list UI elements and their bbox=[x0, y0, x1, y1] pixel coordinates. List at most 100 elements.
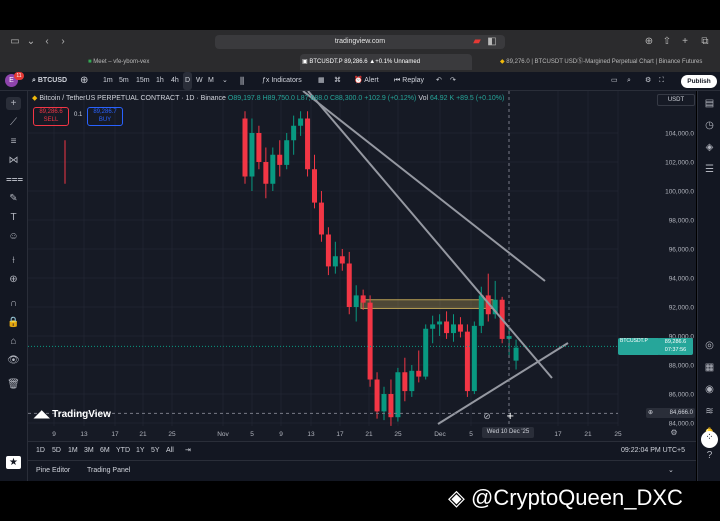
sell-button[interactable]: 89,286.6 SELL bbox=[33, 107, 69, 126]
search-icon[interactable]: ⌕ bbox=[627, 72, 631, 90]
alert-button[interactable]: ⏰ Alert bbox=[354, 72, 379, 90]
tab-trading-panel[interactable]: Trading Panel bbox=[87, 461, 130, 481]
ruler-icon[interactable]: ⟊ bbox=[6, 254, 21, 267]
buy-button[interactable]: 89,286.7 BUY bbox=[87, 107, 123, 126]
text-icon[interactable]: T bbox=[6, 211, 21, 224]
eye-icon[interactable]: 👁 bbox=[6, 354, 21, 367]
new-tab-icon[interactable]: + bbox=[678, 35, 692, 49]
range-6m[interactable]: 6M bbox=[100, 442, 110, 460]
tab-meet[interactable]: ■ Meet – vfe-ybom-vex bbox=[88, 54, 288, 70]
interval-5m[interactable]: 5m bbox=[119, 72, 129, 90]
candlestick-chart[interactable]: 104,000.0 102,000.0 100,000.0 98,000.0 96,00… bbox=[28, 91, 696, 441]
trend-line-icon[interactable]: ⟋ bbox=[6, 116, 21, 129]
crosshair-price: 84,666.0 bbox=[669, 410, 693, 416]
brush-icon[interactable]: ✎ bbox=[6, 192, 21, 205]
favorite-icon[interactable]: ★ bbox=[6, 456, 21, 469]
range-1m[interactable]: 1M bbox=[68, 442, 78, 460]
tab-overview-icon[interactable]: ⧉ bbox=[698, 35, 712, 49]
horizontal-lines-icon[interactable]: ≡ bbox=[6, 135, 21, 148]
time-tick-label: 5 bbox=[250, 431, 254, 438]
share-icon[interactable]: ⇧ bbox=[660, 35, 674, 49]
goto-date-icon[interactable]: ⇥ bbox=[185, 442, 191, 460]
candle-body bbox=[360, 295, 366, 303]
interval-m[interactable]: M bbox=[208, 72, 214, 90]
download-icon[interactable]: ⊕ bbox=[642, 35, 656, 49]
forward-icon[interactable]: › bbox=[56, 35, 70, 49]
watchlist-icon[interactable]: ▤ bbox=[702, 97, 717, 110]
chat-icon[interactable]: ☰ bbox=[702, 163, 717, 176]
chevron-down-icon[interactable]: ⌄ bbox=[222, 72, 228, 90]
undo-icon[interactable]: ↶ bbox=[436, 72, 442, 90]
fib-icon[interactable]: ⩶ bbox=[6, 173, 23, 186]
range-all[interactable]: All bbox=[166, 442, 174, 460]
crosshair-price-tag: ⊕ 84,666.0 bbox=[646, 408, 695, 418]
fullscreen-icon[interactable]: ⛶ bbox=[659, 72, 664, 90]
candle-body bbox=[444, 321, 450, 334]
currency-selector[interactable]: USDT bbox=[657, 94, 695, 106]
interval-d[interactable]: D bbox=[183, 72, 193, 90]
magnet-icon[interactable]: ∩ bbox=[6, 297, 21, 310]
trash-icon[interactable]: 🗑 bbox=[6, 378, 21, 391]
alerts-clock-icon[interactable]: ◷ bbox=[702, 119, 717, 132]
tab-tradingview[interactable]: ▣ BTCUSDT.P 89,286.6 ▲+0.1% Unnamed bbox=[300, 54, 472, 70]
publish-button[interactable]: Publish bbox=[681, 75, 717, 88]
lock-drawings-icon[interactable]: ⌂ bbox=[6, 335, 21, 348]
pattern-icon[interactable]: ⋈ bbox=[6, 154, 21, 167]
range-1y[interactable]: 1Y bbox=[136, 442, 145, 460]
recording-icon[interactable]: ▰ bbox=[470, 35, 484, 49]
range-5d[interactable]: 5D bbox=[52, 442, 61, 460]
target-icon[interactable]: ◎ bbox=[702, 339, 717, 352]
calendar-icon[interactable]: ▦ bbox=[702, 361, 717, 374]
interval-1h[interactable]: 1h bbox=[156, 72, 164, 90]
tab-pine-editor[interactable]: Pine Editor bbox=[36, 461, 70, 481]
interval-4h[interactable]: 4h bbox=[171, 72, 179, 90]
compare-symbol-icon[interactable]: ⊕ bbox=[80, 72, 88, 90]
time-tick-label: 25 bbox=[394, 431, 402, 438]
symbol-search[interactable]: ⌕ BTCUSD bbox=[32, 72, 67, 90]
range-5y[interactable]: 5Y bbox=[151, 442, 160, 460]
tab-label: 89,276.0 | BTCUSDT USDⓈ-Margined Perpetu… bbox=[506, 59, 703, 65]
layout-toggle-icon[interactable]: ▭ bbox=[611, 72, 618, 90]
collapse-panel-icon[interactable]: ⌄ bbox=[668, 461, 674, 481]
lock-icon[interactable]: 🔒 bbox=[6, 316, 21, 329]
address-bar[interactable]: tradingview.com bbox=[215, 35, 505, 49]
broadcast-icon[interactable]: ◉ bbox=[702, 383, 717, 396]
candle-body bbox=[464, 331, 470, 392]
range-ytd[interactable]: YTD bbox=[116, 442, 130, 460]
interval-w[interactable]: W bbox=[196, 72, 203, 90]
indicators-button[interactable]: ƒx Indicators bbox=[262, 72, 302, 90]
chevron-down-icon[interactable]: ⌄ bbox=[24, 35, 38, 49]
sidebar-toggle-icon[interactable]: ▭ bbox=[8, 35, 22, 49]
layers-icon[interactable]: ◈ bbox=[702, 141, 717, 154]
back-icon[interactable]: ‹ bbox=[40, 35, 54, 49]
replay-marker-icon[interactable]: ⊘ bbox=[481, 410, 493, 422]
redo-icon[interactable]: ↷ bbox=[450, 72, 456, 90]
range-3m[interactable]: 3M bbox=[84, 442, 94, 460]
range-1d[interactable]: 1D bbox=[36, 442, 45, 460]
interval-1m[interactable]: 1m bbox=[103, 72, 113, 90]
candle-style-icon[interactable]: ⫼ bbox=[240, 72, 244, 90]
chart-area[interactable]: 104,000.0 102,000.0 100,000.0 98,000.0 96,00… bbox=[28, 91, 696, 441]
settings-icon[interactable]: ⚙ bbox=[645, 72, 651, 90]
candle-body bbox=[277, 154, 283, 165]
open-value: O89,197.8 bbox=[227, 95, 261, 102]
apps-icon[interactable]: ⁘ bbox=[701, 431, 718, 448]
replay-button[interactable]: ⏮ Replay bbox=[394, 72, 424, 90]
templates-icon[interactable]: ⌘ bbox=[334, 72, 341, 90]
signal-icon[interactable]: ≋ bbox=[702, 405, 717, 418]
watermark-text: @CryptoQueen_DXC bbox=[471, 485, 683, 510]
tab-binance[interactable]: ◆ 89,276.0 | BTCUSDT USDⓈ-Margined Perpe… bbox=[500, 54, 718, 70]
clock-timezone[interactable]: 09:22:04 PM UTC+5 bbox=[621, 442, 685, 460]
crosshair-icon[interactable]: + bbox=[6, 97, 21, 110]
time-tick-label: 9 bbox=[279, 431, 283, 438]
layout-icon[interactable]: ▦ bbox=[318, 72, 325, 90]
emoji-icon[interactable]: ☺ bbox=[6, 230, 21, 243]
tab-label: Meet – vfe-ybom-vex bbox=[93, 59, 150, 65]
help-icon[interactable]: ? bbox=[702, 449, 717, 462]
zoom-icon[interactable]: ⊕ bbox=[6, 273, 21, 286]
extension-icon[interactable]: ◧ bbox=[485, 35, 499, 49]
chart-settings-icon[interactable]: ⚙ bbox=[669, 428, 679, 438]
interval-15m[interactable]: 15m bbox=[136, 72, 150, 90]
candle-body bbox=[318, 202, 324, 235]
candle-body bbox=[298, 118, 304, 126]
